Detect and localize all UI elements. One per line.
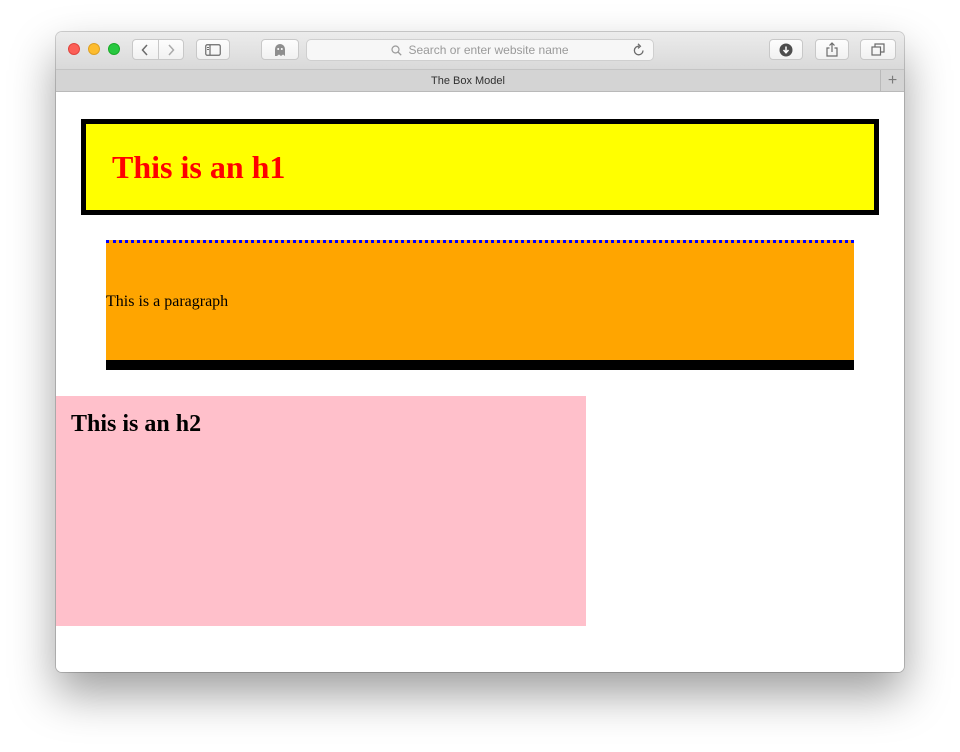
sidebar-button[interactable] (196, 39, 230, 60)
web-content: This is an h1 This is a paragraph This i… (56, 93, 904, 672)
share-icon (826, 42, 838, 57)
reload-icon (633, 43, 644, 56)
browser-toolbar: Search or enter website name (56, 32, 904, 70)
tab-bar: The Box Model + (56, 70, 904, 92)
new-tab-button[interactable]: + (880, 70, 904, 91)
close-window-button[interactable] (68, 43, 80, 55)
tab-overview-button[interactable] (860, 39, 896, 60)
ghost-icon (275, 43, 285, 56)
reload-button[interactable] (633, 43, 645, 59)
chevron-left-icon (141, 43, 148, 56)
tabs-icon (871, 43, 885, 56)
privacy-report-button[interactable] (261, 39, 299, 60)
zoom-window-button[interactable] (108, 43, 120, 55)
back-button[interactable] (133, 40, 158, 59)
share-button[interactable] (815, 39, 849, 60)
minimize-window-button[interactable] (88, 43, 100, 55)
plus-icon: + (887, 71, 898, 89)
navigation-buttons (132, 39, 184, 60)
sidebar-icon (205, 43, 221, 56)
tab-title: The Box Model (431, 74, 505, 87)
browser-window: Search or enter website name The Box Mod… (56, 32, 904, 672)
download-icon (779, 43, 793, 56)
tab-active[interactable]: The Box Model (56, 70, 880, 91)
h1-box: This is an h1 (81, 119, 879, 215)
forward-button[interactable] (157, 40, 184, 59)
page-heading-h1: This is an h1 (112, 148, 286, 185)
address-bar[interactable]: Search or enter website name (306, 39, 654, 61)
paragraph-text: This is a paragraph (106, 292, 229, 310)
downloads-button[interactable] (769, 39, 803, 60)
chevron-right-icon (168, 43, 175, 56)
address-placeholder: Search or enter website name (408, 43, 569, 57)
h2-box: This is an h2 (56, 396, 586, 626)
page-heading-h2: This is an h2 (71, 411, 202, 437)
paragraph-box: This is a paragraph (106, 240, 854, 370)
search-icon (391, 44, 403, 56)
